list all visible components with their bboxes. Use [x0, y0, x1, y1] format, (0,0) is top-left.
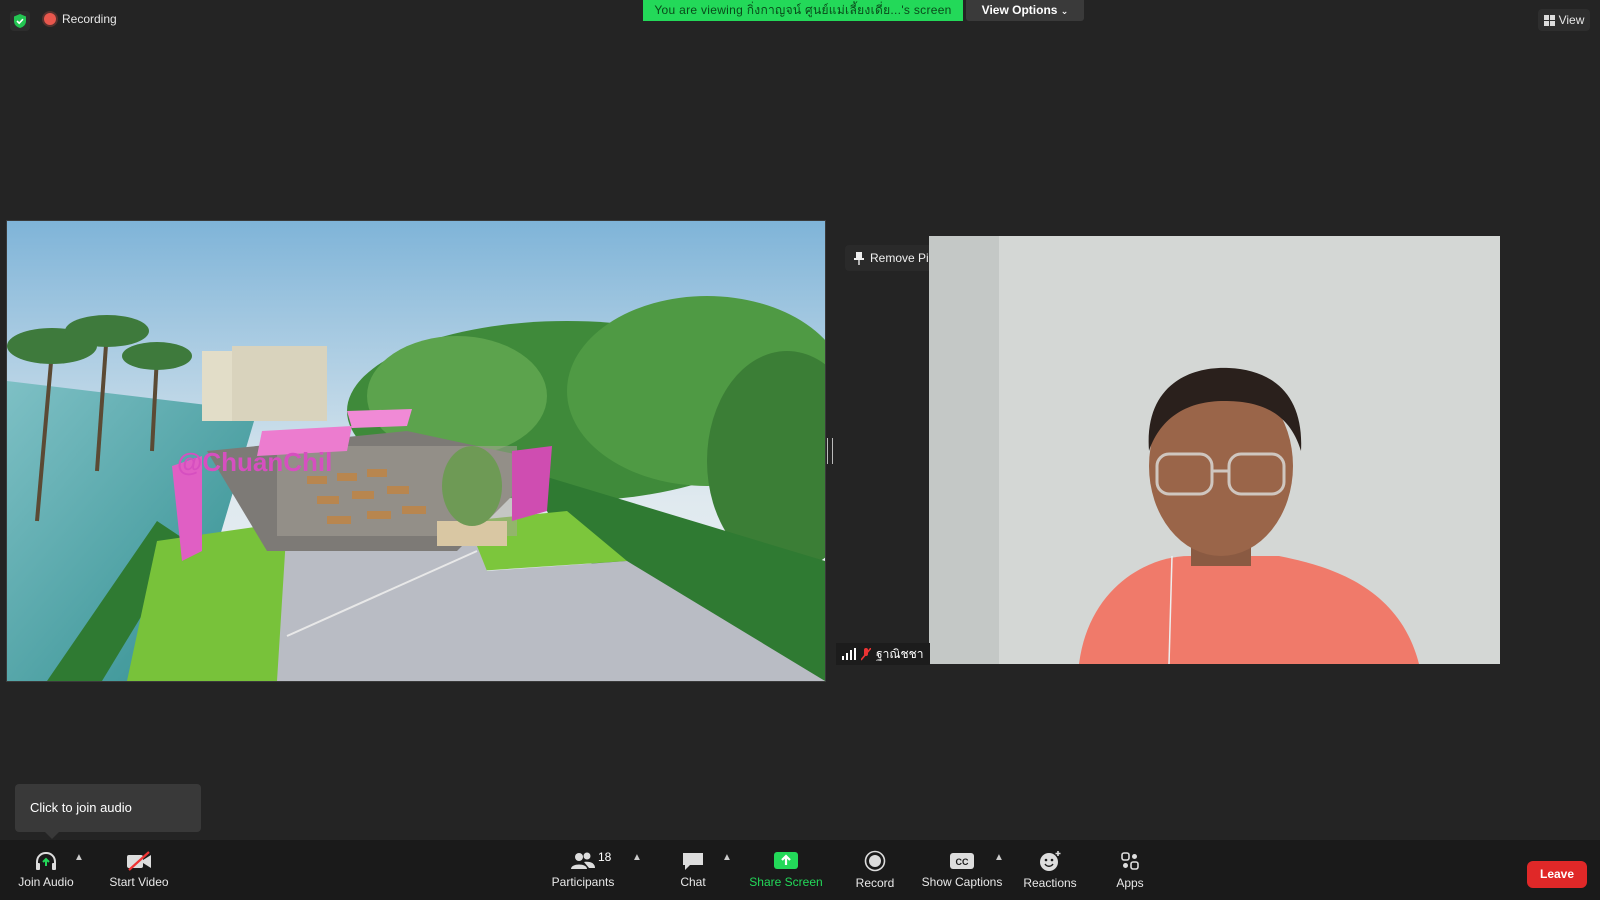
video-off-icon	[127, 851, 151, 871]
show-captions-label: Show Captions	[921, 875, 1003, 889]
chat-icon	[683, 853, 703, 870]
watermark-text: @ChuanChil	[177, 447, 332, 477]
participant-name-bar: ฐาณิชชา	[836, 643, 930, 665]
participants-icon	[571, 852, 595, 869]
shared-screen[interactable]: @ChuanChil	[6, 220, 826, 682]
view-options-label: View Options	[981, 3, 1058, 17]
apps-icon	[1121, 852, 1139, 870]
leave-button[interactable]: Leave	[1527, 861, 1587, 888]
chat-button[interactable]: Chat	[672, 840, 714, 900]
closed-captions-icon: CC	[950, 853, 974, 869]
view-options-button[interactable]: View Options ⌄	[966, 0, 1084, 21]
headphones-icon	[36, 851, 56, 870]
security-shield-icon[interactable]	[10, 11, 30, 31]
svg-text:CC: CC	[956, 857, 969, 867]
pin-icon	[854, 251, 864, 265]
chat-options-caret-icon[interactable]: ▲	[722, 852, 732, 863]
participants-label: Participants	[551, 875, 615, 889]
show-captions-button[interactable]: CC Show Captions	[920, 840, 1004, 900]
meeting-toolbar: Join Audio ▲ Start Video Participants 18…	[0, 840, 1600, 900]
apps-label: Apps	[1116, 876, 1144, 890]
record-button[interactable]: Record	[852, 840, 898, 900]
reactions-button[interactable]: Reactions	[1020, 840, 1080, 900]
captions-options-caret-icon[interactable]: ▲	[994, 852, 1004, 863]
remove-pin-label: Remove Pin	[870, 251, 936, 265]
recording-label: Recording	[62, 12, 117, 26]
join-audio-label: Join Audio	[18, 875, 74, 889]
record-label: Record	[855, 876, 895, 890]
participant-name: ฐาณิชชา	[876, 646, 924, 661]
signal-strength-icon	[842, 648, 856, 660]
join-audio-tooltip: Click to join audio	[15, 784, 201, 839]
start-video-label: Start Video	[109, 875, 169, 889]
reactions-smiley-icon	[1040, 851, 1061, 871]
chat-label: Chat	[680, 875, 706, 889]
apps-button[interactable]: Apps	[1110, 840, 1150, 900]
start-video-button[interactable]: Start Video	[104, 840, 174, 900]
share-screen-icon	[774, 852, 798, 869]
join-audio-button[interactable]: Join Audio	[12, 840, 80, 900]
recording-dot-icon	[44, 13, 56, 25]
participants-count: 18	[598, 850, 612, 864]
participants-button[interactable]: Participants	[548, 840, 618, 900]
chevron-down-icon: ⌄	[1060, 6, 1069, 16]
resize-handle[interactable]	[827, 438, 833, 464]
screen-share-banner: You are viewing กิ่งกาญจน์ ศูนย์แม่เลี้ย…	[643, 0, 963, 21]
record-icon	[864, 850, 886, 872]
view-label: View	[1558, 13, 1585, 27]
reactions-label: Reactions	[1023, 876, 1077, 890]
participant-video[interactable]	[929, 236, 1500, 664]
audio-options-caret-icon[interactable]: ▲	[74, 852, 84, 863]
view-button[interactable]: View	[1538, 9, 1590, 31]
grid-view-icon	[1543, 14, 1555, 26]
share-screen-label: Share Screen	[749, 875, 823, 889]
muted-mic-icon	[861, 647, 871, 661]
recording-indicator[interactable]: Recording	[44, 12, 117, 26]
share-screen-button[interactable]: Share Screen	[748, 840, 824, 900]
participants-options-caret-icon[interactable]: ▲	[632, 852, 642, 863]
